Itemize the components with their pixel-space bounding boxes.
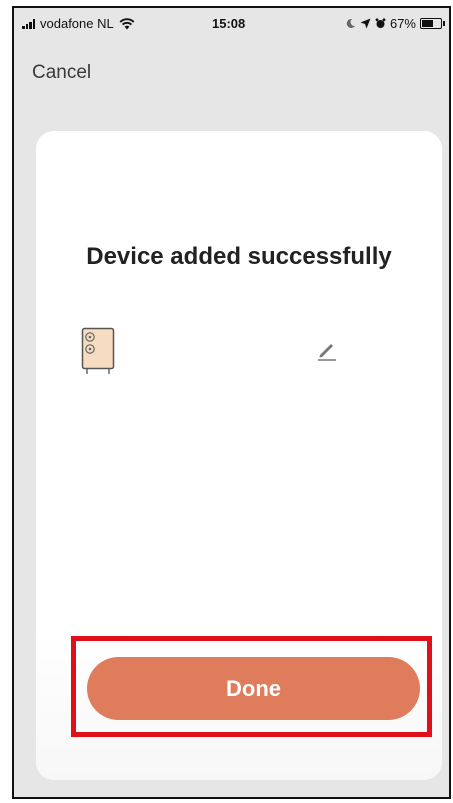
status-left: vodafone NL [22,16,135,31]
location-icon [360,18,371,29]
signal-icon [22,18,35,29]
cancel-button[interactable]: Cancel [32,62,91,84]
battery-fill [422,20,434,27]
wifi-icon [119,17,135,29]
alarm-icon [375,18,386,28]
carrier-label: vodafone NL [40,16,114,31]
success-title: Device added successfully [86,243,392,270]
battery-tip [443,21,445,26]
status-right: 67% [345,16,445,31]
battery-icon [420,18,442,29]
done-button[interactable]: Done [87,657,420,720]
smart-socket-icon [81,327,115,374]
phone-screen: vodafone NL 15:08 67% Cancel Device adde… [12,6,451,799]
status-time: 15:08 [212,16,246,31]
status-bar: vodafone NL 15:08 67% [14,8,449,38]
battery-percent: 67% [389,16,416,31]
pencil-icon[interactable] [316,339,338,361]
moon-icon [346,18,355,28]
